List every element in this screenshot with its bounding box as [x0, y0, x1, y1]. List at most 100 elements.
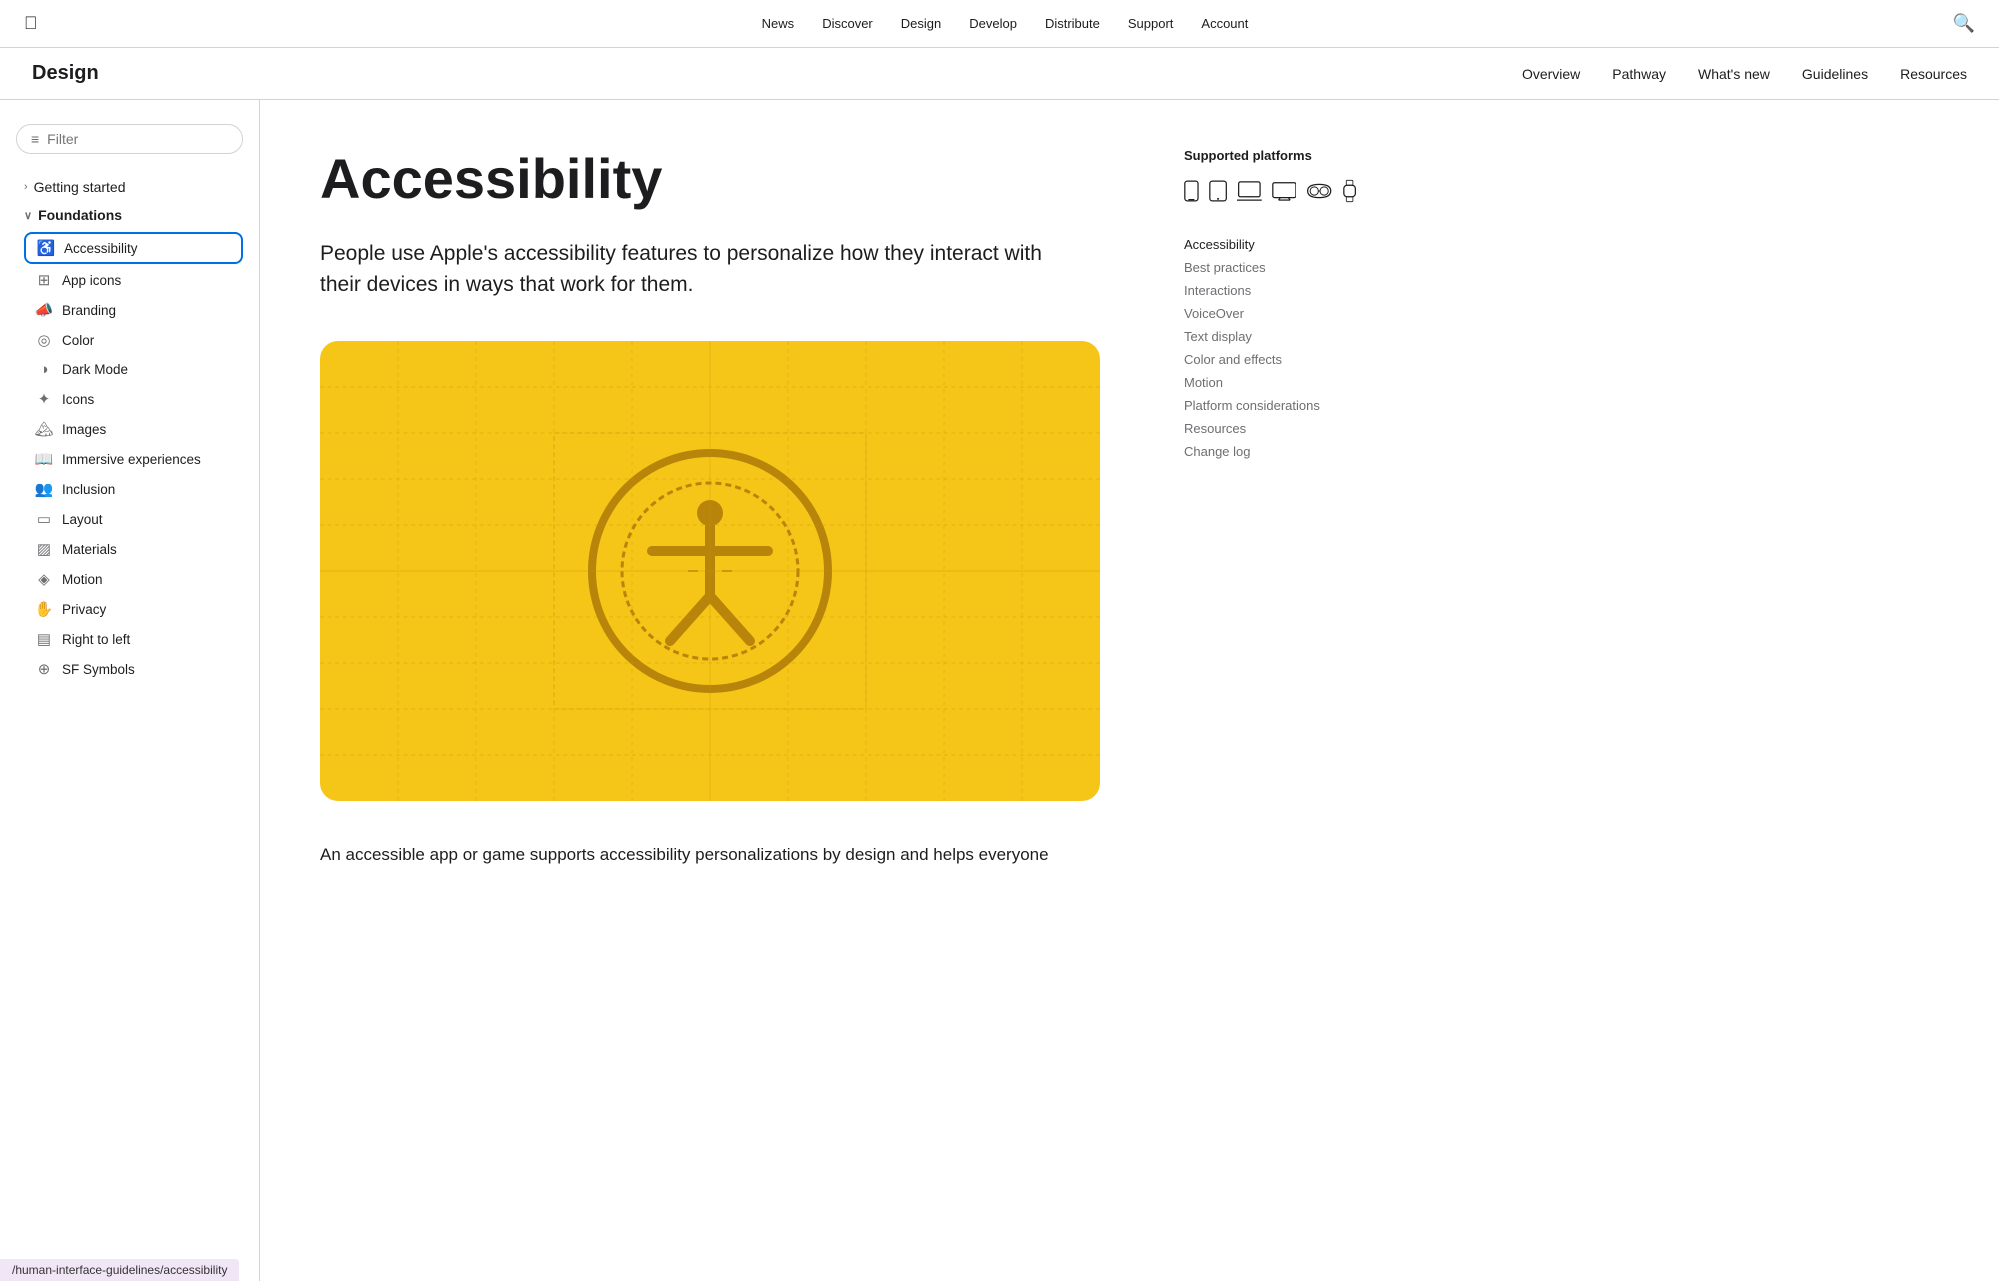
rtl-icon: ▤	[34, 630, 54, 648]
dark-mode-icon: ◑	[34, 361, 54, 378]
sidebar-item-images[interactable]: 🏔 Images	[24, 415, 243, 443]
sidebar-item-label-immersive: Immersive experiences	[62, 452, 201, 467]
getting-started-label: Getting started	[34, 179, 126, 195]
nav-develop[interactable]: Develop	[969, 16, 1017, 31]
sidebar-item-immersive[interactable]: 📖 Immersive experiences	[24, 445, 243, 473]
main-content: Accessibility People use Apple's accessi…	[260, 100, 1160, 1281]
right-panel: Supported platforms	[1160, 100, 1380, 1281]
url-bar: /human-interface-guidelines/accessibilit…	[0, 1259, 239, 1281]
subnav-overview[interactable]: Overview	[1522, 66, 1580, 82]
sidebar-item-label-dark-mode: Dark Mode	[62, 362, 128, 377]
accessibility-icon: ♿	[36, 239, 56, 257]
sidebar-item-label-images: Images	[62, 422, 106, 437]
toc-item-best-practices[interactable]: Best practices	[1184, 256, 1356, 279]
sidebar-item-layout[interactable]: ▭ Layout	[24, 505, 243, 533]
subnav-pathway[interactable]: Pathway	[1612, 66, 1666, 82]
layout-icon: ▭	[34, 510, 54, 528]
chevron-down-icon: ∨	[24, 209, 32, 222]
nav-support[interactable]: Support	[1128, 16, 1174, 31]
nav-design[interactable]: Design	[901, 16, 941, 31]
sidebar-item-motion[interactable]: ◈ Motion	[24, 565, 243, 593]
nav-distribute[interactable]: Distribute	[1045, 16, 1100, 31]
top-nav:  News Discover Design Develop Distribut…	[0, 0, 1999, 48]
filter-icon: ≡	[31, 131, 39, 147]
sidebar-item-inclusion[interactable]: 👥 Inclusion	[24, 475, 243, 503]
sidebar-item-label-rtl: Right to left	[62, 632, 130, 647]
sidebar-items-list: ♿ Accessibility ⊞ App icons 📣 Branding ◎…	[16, 232, 243, 683]
supported-platforms-label: Supported platforms	[1184, 148, 1356, 163]
page-intro: People use Apple's accessibility feature…	[320, 238, 1070, 301]
immersive-icon: 📖	[34, 450, 54, 468]
sf-symbols-icon: ⊕	[34, 660, 54, 678]
visionpro-icon	[1306, 182, 1332, 200]
sidebar-item-label-motion: Motion	[62, 572, 103, 587]
iphone-icon	[1184, 178, 1199, 204]
sidebar-item-label-inclusion: Inclusion	[62, 482, 115, 497]
toc-item-accessibility[interactable]: Accessibility	[1184, 233, 1356, 256]
sidebar-item-sf-symbols[interactable]: ⊕ SF Symbols	[24, 655, 243, 683]
hero-image	[320, 341, 1100, 801]
toc-item-change-log[interactable]: Change log	[1184, 440, 1356, 463]
subnav-guidelines[interactable]: Guidelines	[1802, 66, 1868, 82]
sidebar-foundations[interactable]: ∨ Foundations	[16, 202, 243, 228]
materials-icon: ▨	[34, 540, 54, 558]
sidebar-item-accessibility[interactable]: ♿ Accessibility	[24, 232, 243, 264]
subnav-resources[interactable]: Resources	[1900, 66, 1967, 82]
sidebar-item-color[interactable]: ◎ Color	[24, 326, 243, 354]
nav-account[interactable]: Account	[1201, 16, 1248, 31]
sub-nav-links: Overview Pathway What's new Guidelines R…	[1522, 66, 1967, 82]
search-icon[interactable]: 🔍	[1953, 13, 1975, 34]
page-title: Accessibility	[320, 148, 1100, 210]
sidebar-item-label-branding: Branding	[62, 303, 116, 318]
motion-icon: ◈	[34, 570, 54, 588]
toc-item-platform-considerations[interactable]: Platform considerations	[1184, 394, 1356, 417]
toc-item-text-display[interactable]: Text display	[1184, 325, 1356, 348]
sidebar-item-dark-mode[interactable]: ◑ Dark Mode	[24, 356, 243, 383]
toc-item-color-effects[interactable]: Color and effects	[1184, 348, 1356, 371]
privacy-icon: ✋	[34, 600, 54, 618]
toc-item-voiceover[interactable]: VoiceOver	[1184, 302, 1356, 325]
apple-logo[interactable]: 	[24, 13, 38, 34]
filter-input-wrapper[interactable]: ≡	[16, 124, 243, 154]
sidebar: ≡ › Getting started ∨ Foundations ♿ Acce…	[0, 100, 260, 1281]
sidebar-item-label-color: Color	[62, 333, 94, 348]
sidebar-item-branding[interactable]: 📣 Branding	[24, 296, 243, 324]
foundations-label: Foundations	[38, 207, 122, 223]
sub-nav-title: Design	[32, 62, 1522, 85]
sidebar-item-app-icons[interactable]: ⊞ App icons	[24, 266, 243, 294]
toc-item-motion[interactable]: Motion	[1184, 371, 1356, 394]
sidebar-item-rtl[interactable]: ▤ Right to left	[24, 625, 243, 653]
inclusion-icon: 👥	[34, 480, 54, 498]
bottom-text: An accessible app or game supports acces…	[320, 841, 1100, 868]
sidebar-item-label-icons: Icons	[62, 392, 94, 407]
mac-icon	[1237, 179, 1262, 203]
chevron-right-icon: ›	[24, 181, 28, 193]
filter-search-input[interactable]	[47, 131, 228, 147]
sidebar-item-materials[interactable]: ▨ Materials	[24, 535, 243, 563]
sidebar-item-label-accessibility: Accessibility	[64, 241, 138, 256]
app-icons-icon: ⊞	[34, 271, 54, 289]
images-icon: 🏔	[34, 420, 54, 438]
toc-list: Accessibility Best practices Interaction…	[1184, 233, 1356, 463]
sidebar-item-label-sf-symbols: SF Symbols	[62, 662, 135, 677]
branding-icon: 📣	[34, 301, 54, 319]
toc-item-resources[interactable]: Resources	[1184, 417, 1356, 440]
sidebar-item-label-app-icons: App icons	[62, 273, 121, 288]
sidebar-item-icons[interactable]: ✦ Icons	[24, 385, 243, 413]
sidebar-getting-started[interactable]: › Getting started	[16, 174, 243, 200]
nav-news[interactable]: News	[762, 16, 795, 31]
platform-icons	[1184, 177, 1356, 205]
subnav-whats-new[interactable]: What's new	[1698, 66, 1770, 82]
top-nav-links: News Discover Design Develop Distribute …	[58, 16, 1953, 31]
sidebar-item-privacy[interactable]: ✋ Privacy	[24, 595, 243, 623]
tv-icon	[1272, 180, 1297, 202]
icons-icon: ✦	[34, 390, 54, 408]
apple-watch-icon	[1343, 177, 1356, 205]
nav-discover[interactable]: Discover	[822, 16, 873, 31]
sidebar-item-label-materials: Materials	[62, 542, 117, 557]
toc-item-interactions[interactable]: Interactions	[1184, 279, 1356, 302]
sidebar-item-label-privacy: Privacy	[62, 602, 106, 617]
ipad-icon	[1209, 178, 1227, 204]
sub-nav: Design Overview Pathway What's new Guide…	[0, 48, 1999, 100]
color-icon: ◎	[34, 331, 54, 349]
